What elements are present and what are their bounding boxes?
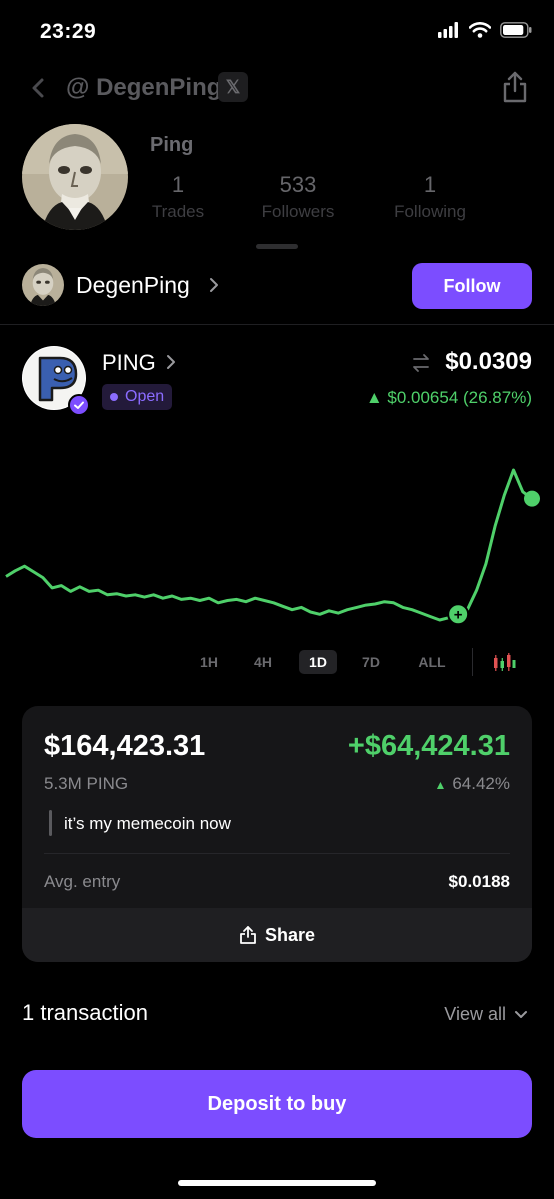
- status-bar: 23:29: [0, 0, 554, 64]
- stat-label: Followers: [261, 202, 335, 221]
- view-all-label: View all: [444, 1004, 506, 1024]
- stat-label: Trades: [151, 202, 205, 221]
- chevron-right-icon: [167, 355, 175, 369]
- position-quantity: 5.3M PING: [44, 774, 129, 793]
- range-all[interactable]: ALL: [410, 650, 454, 674]
- profile-summary: Ping 1 Trades 533 Followers 1 Following: [0, 120, 554, 250]
- buy-marker-label: +: [454, 606, 463, 623]
- stat-followers[interactable]: 533 Followers: [248, 172, 348, 222]
- up-triangle-icon: ▲: [434, 778, 447, 792]
- section-divider: [0, 324, 554, 325]
- stat-trades[interactable]: 1 Trades: [140, 172, 216, 222]
- user-row[interactable]: DegenPing Follow: [0, 258, 554, 322]
- share-button[interactable]: Share: [22, 908, 532, 962]
- stat-value: 1: [171, 172, 185, 197]
- follow-button[interactable]: Follow: [412, 263, 532, 309]
- status-dot-icon: [110, 393, 118, 401]
- price-chart-svg: +: [5, 468, 540, 626]
- position-pnl-percent: ▲ 64.42%: [434, 774, 510, 794]
- avg-entry-label: Avg. entry: [44, 872, 121, 891]
- status-icons: [438, 22, 532, 38]
- token-price: $0.0309: [445, 348, 532, 375]
- token-symbol[interactable]: PING: [102, 350, 156, 376]
- chevron-right-icon: [210, 278, 218, 292]
- time-range-selector: 1H 4H 1D 7D ALL: [0, 646, 554, 676]
- swap-currency-icon[interactable]: [410, 352, 432, 374]
- profile-handle: @ DegenPing: [66, 74, 222, 101]
- username[interactable]: DegenPing: [76, 272, 190, 299]
- position-value: $164,423.31: [44, 730, 206, 762]
- price-chart[interactable]: +: [0, 430, 554, 640]
- deposit-to-buy-button[interactable]: Deposit to buy: [22, 1070, 532, 1138]
- chevron-down-icon: [515, 1010, 527, 1018]
- profile-name: Ping: [150, 134, 194, 156]
- wifi-icon: [469, 22, 491, 38]
- share-icon: [240, 926, 256, 944]
- cellular-signal-icon: [438, 22, 458, 38]
- battery-icon: [500, 22, 532, 38]
- market-status-label: Open: [125, 388, 165, 405]
- share-icon[interactable]: [500, 70, 530, 104]
- current-price-point: [524, 490, 540, 507]
- range-1h[interactable]: 1H: [192, 650, 226, 674]
- price-line: [5, 468, 533, 622]
- price-change: ▲ $0.00654 (26.87%): [365, 388, 532, 407]
- range-4h[interactable]: 4H: [246, 650, 280, 674]
- view-all-link[interactable]: View all: [444, 1004, 528, 1025]
- transactions-title: 1 transaction: [22, 1000, 148, 1025]
- share-label: Share: [264, 924, 316, 945]
- back-chevron-icon[interactable]: [28, 74, 48, 102]
- stat-value: 533: [279, 172, 317, 197]
- position-pnl: +$64,424.31: [347, 730, 510, 762]
- candlestick-toggle-icon[interactable]: [492, 652, 516, 672]
- card-divider: [44, 853, 510, 854]
- token-header: PING Open $0.0309 ▲ $0.00654 (26.87%): [0, 336, 554, 426]
- range-1d[interactable]: 1D: [299, 650, 337, 674]
- position-card: $164,423.31 +$64,424.31 5.3M PING ▲ 64.42…: [22, 706, 532, 962]
- buy-marker[interactable]: +: [447, 603, 470, 626]
- range-separator: [472, 648, 473, 676]
- pnl-percent-value: 64.42%: [452, 774, 510, 793]
- range-7d[interactable]: 7D: [354, 650, 388, 674]
- market-status-badge: Open: [102, 384, 173, 410]
- stat-label: Following: [394, 202, 466, 221]
- sheet-drag-handle[interactable]: [256, 244, 298, 249]
- verified-badge-icon: [68, 394, 90, 416]
- stat-following[interactable]: 1 Following: [382, 172, 478, 222]
- user-avatar: [22, 264, 64, 306]
- header: @ DegenPing 𝕏: [0, 64, 554, 114]
- x-social-link[interactable]: 𝕏: [218, 72, 248, 102]
- status-time: 23:29: [40, 20, 97, 43]
- stat-value: 1: [423, 172, 437, 197]
- profile-avatar[interactable]: [22, 124, 128, 230]
- home-indicator: [178, 1180, 376, 1186]
- quote-bar: [49, 810, 52, 836]
- avg-entry-value: $0.0188: [448, 872, 510, 891]
- position-note: it’s my memecoin now: [64, 814, 231, 833]
